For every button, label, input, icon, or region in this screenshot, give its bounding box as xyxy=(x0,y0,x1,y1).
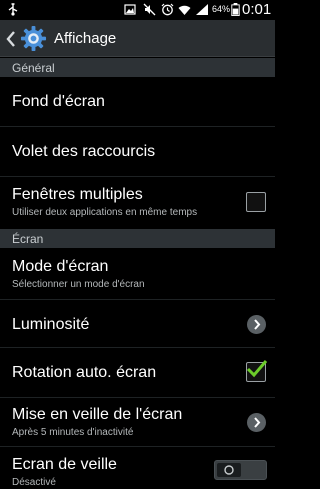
page-title[interactable]: Affichage xyxy=(54,30,116,47)
chevron-right-icon[interactable] xyxy=(247,413,266,432)
toggle-knob xyxy=(217,463,241,477)
setting-label: Ecran de veille xyxy=(12,456,117,473)
setting-label: Rotation auto. écran xyxy=(12,364,157,381)
toggle-off-icon xyxy=(224,465,234,475)
signal-icon xyxy=(196,4,208,15)
setting-label: Fenêtres multiples xyxy=(12,186,143,203)
mute-icon xyxy=(143,3,156,16)
setting-label: Volet des raccourcis xyxy=(12,143,156,160)
setting-fenetres-multiples[interactable]: Fenêtres multiples Utiliser deux applica… xyxy=(0,177,275,228)
gear-icon[interactable] xyxy=(20,25,47,52)
ecran-veille-toggle[interactable] xyxy=(214,460,267,480)
setting-fond-ecran[interactable]: Fond d'écran xyxy=(0,77,275,127)
setting-rotation-auto[interactable]: Rotation auto. écran xyxy=(0,348,275,398)
usb-icon xyxy=(8,3,18,16)
setting-label: Mise en veille de l'écran xyxy=(12,406,183,423)
rotation-checkbox[interactable] xyxy=(246,360,268,382)
setting-luminosite[interactable]: Luminosité xyxy=(0,300,275,348)
setting-summary: Désactivé xyxy=(12,477,56,488)
section-header-general: Général xyxy=(0,58,275,77)
section-header-ecran: Écran xyxy=(0,229,275,248)
clock: 0:01 xyxy=(242,1,272,18)
setting-mise-en-veille[interactable]: Mise en veille de l'écran Après 5 minute… xyxy=(0,398,275,447)
chevron-right-icon[interactable] xyxy=(247,315,266,334)
setting-label: Luminosité xyxy=(12,316,90,333)
setting-summary: Sélectionner un mode d'écran xyxy=(12,279,145,290)
setting-volet-raccourcis[interactable]: Volet des raccourcis xyxy=(0,127,275,177)
fenetres-checkbox[interactable] xyxy=(246,192,266,212)
status-bar: 64% 0:01 xyxy=(0,0,275,20)
battery-percent: 64% xyxy=(212,4,231,14)
setting-label: Fond d'écran xyxy=(12,93,105,110)
setting-label: Mode d'écran xyxy=(12,258,109,275)
checkmark-icon xyxy=(246,360,268,378)
alarm-icon xyxy=(161,3,174,16)
setting-summary: Après 5 minutes d'inactivité xyxy=(12,427,134,438)
setting-summary: Utiliser deux applications en même temps xyxy=(12,207,198,218)
battery-icon xyxy=(231,3,240,16)
setting-mode-ecran[interactable]: Mode d'écran Sélectionner un mode d'écra… xyxy=(0,248,275,300)
wifi-icon xyxy=(178,5,191,15)
setting-ecran-de-veille[interactable]: Ecran de veille Désactivé xyxy=(0,447,275,489)
back-chevron-icon[interactable] xyxy=(4,29,18,49)
action-bar: Affichage xyxy=(0,20,275,57)
image-icon xyxy=(124,4,136,15)
